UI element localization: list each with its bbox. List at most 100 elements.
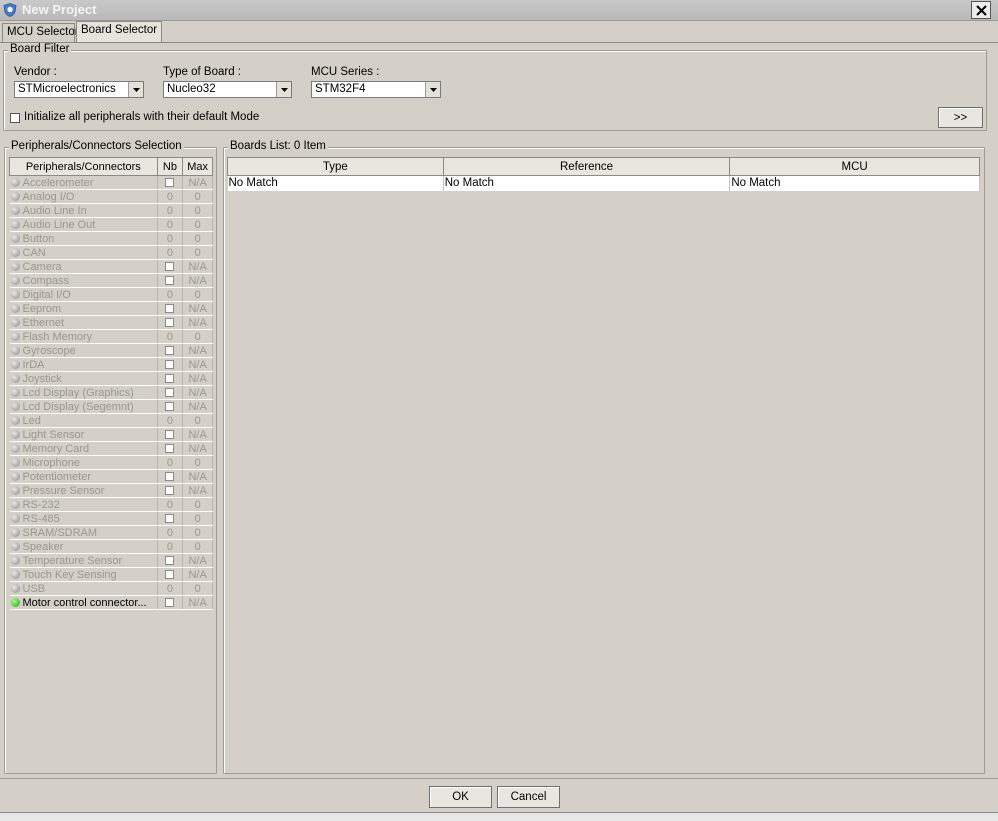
peripheral-nb-cell[interactable] [157, 175, 184, 190]
tab-mcu-selector[interactable]: MCU Selector [2, 23, 79, 42]
table-row[interactable]: Digital I/O 0 0 [9, 287, 213, 302]
peripheral-nb-cell[interactable] [157, 357, 184, 372]
table-row[interactable]: Led 0 0 [9, 413, 213, 428]
peripheral-name: RS-232 [22, 498, 60, 511]
mcu-series-value: STM32F4 [315, 83, 366, 95]
tab-label: Board Selector [81, 24, 158, 36]
table-row[interactable]: Analog I/O 0 0 [9, 189, 213, 204]
table-row[interactable]: Joystick N/A [9, 371, 213, 386]
peripheral-nb-cell[interactable] [157, 301, 184, 316]
peripheral-nb-cell[interactable] [157, 511, 184, 526]
peripheral-checkbox[interactable] [165, 485, 175, 495]
table-row[interactable]: Motor control connector... N/A [9, 595, 213, 610]
table-row[interactable]: Lcd Display (Graphics) N/A [9, 385, 213, 400]
peripheral-nb-cell[interactable] [157, 567, 184, 582]
table-row[interactable]: Potentiometer N/A [9, 469, 213, 484]
expand-filter-button[interactable]: >> [938, 107, 983, 128]
peripheral-checkbox[interactable] [165, 177, 175, 187]
table-row[interactable]: Camera N/A [9, 259, 213, 274]
peripheral-nb-cell[interactable] [157, 483, 184, 498]
peripheral-name-cell: Digital I/O [9, 287, 158, 302]
peripheral-checkbox[interactable] [165, 429, 175, 439]
group-label: Boards List: 0 Item [228, 140, 328, 152]
tab-board-selector[interactable]: Board Selector [76, 21, 162, 42]
peripheral-name-cell: Light Sensor [9, 427, 158, 442]
column-header-nb[interactable]: Nb [156, 157, 184, 176]
column-header-max[interactable]: Max [182, 157, 213, 176]
table-row[interactable]: Memory Card N/A [9, 441, 213, 456]
peripheral-checkbox[interactable] [165, 261, 175, 271]
table-row[interactable]: IrDA N/A [9, 357, 213, 372]
peripheral-nb-cell[interactable] [157, 427, 184, 442]
column-header-peripherals[interactable]: Peripherals/Connectors [9, 157, 158, 176]
table-row[interactable]: Button 0 0 [9, 231, 213, 246]
peripherals-table: Peripherals/Connectors Nb Max Accelerome… [9, 157, 213, 610]
table-row[interactable]: CAN 0 0 [9, 245, 213, 260]
peripheral-checkbox[interactable] [165, 471, 175, 481]
table-row[interactable]: Lcd Display (Segemnt) N/A [9, 399, 213, 414]
table-row[interactable]: USB 0 0 [9, 581, 213, 596]
ok-button[interactable]: OK [429, 786, 492, 808]
column-header-reference[interactable]: Reference [442, 157, 731, 176]
peripheral-checkbox[interactable] [165, 513, 175, 523]
table-row[interactable]: Accelerometer N/A [9, 175, 213, 190]
peripheral-checkbox[interactable] [165, 401, 175, 411]
peripheral-nb-cell[interactable] [157, 259, 184, 274]
table-row[interactable]: Light Sensor N/A [9, 427, 213, 442]
peripheral-checkbox[interactable] [165, 359, 175, 369]
init-peripherals-checkbox[interactable] [10, 113, 20, 123]
table-row[interactable]: Gyroscope N/A [9, 343, 213, 358]
status-dot-grey-icon [10, 191, 20, 201]
peripheral-nb-cell[interactable] [157, 343, 184, 358]
peripheral-checkbox[interactable] [165, 317, 175, 327]
cancel-button[interactable]: Cancel [497, 786, 560, 808]
table-row[interactable]: Audio Line In 0 0 [9, 203, 213, 218]
window-bottom-edge [0, 812, 998, 821]
vendor-select[interactable]: STMicroelectronics [14, 81, 144, 98]
table-row[interactable]: RS-485 0 [9, 511, 213, 526]
table-row[interactable]: Compass N/A [9, 273, 213, 288]
table-row[interactable]: Touch Key Sensing N/A [9, 567, 213, 582]
table-row[interactable]: Flash Memory 0 0 [9, 329, 213, 344]
close-button[interactable] [971, 1, 991, 19]
peripheral-max-cell: 0 [182, 413, 213, 428]
status-dot-grey-icon [10, 233, 20, 243]
peripheral-nb-cell[interactable] [157, 371, 184, 386]
table-row[interactable]: Microphone 0 0 [9, 455, 213, 470]
peripheral-checkbox[interactable] [165, 443, 175, 453]
peripheral-name: IrDA [22, 358, 45, 371]
table-row[interactable]: Pressure Sensor N/A [9, 483, 213, 498]
table-row[interactable]: Temperature Sensor N/A [9, 553, 213, 568]
table-row[interactable]: Eeprom N/A [9, 301, 213, 316]
column-header-type[interactable]: Type [227, 157, 444, 176]
peripheral-name: Motor control connector... [22, 596, 147, 609]
peripheral-nb-cell[interactable] [157, 469, 184, 484]
peripheral-nb-cell[interactable] [157, 553, 184, 568]
type-of-board-select[interactable]: Nucleo32 [163, 81, 292, 98]
mcu-series-select[interactable]: STM32F4 [311, 81, 441, 98]
peripheral-nb-cell[interactable] [157, 399, 184, 414]
peripheral-nb-cell[interactable] [157, 441, 184, 456]
table-row[interactable]: SRAM/SDRAM 0 0 [9, 525, 213, 540]
peripheral-nb-cell[interactable] [157, 273, 184, 288]
peripheral-nb-cell[interactable] [157, 315, 184, 330]
table-row[interactable]: Ethernet N/A [9, 315, 213, 330]
peripheral-checkbox[interactable] [165, 373, 175, 383]
table-row[interactable]: Speaker 0 0 [9, 539, 213, 554]
peripheral-checkbox[interactable] [165, 569, 175, 579]
peripheral-checkbox[interactable] [165, 555, 175, 565]
peripheral-checkbox[interactable] [165, 345, 175, 355]
peripheral-checkbox[interactable] [165, 303, 175, 313]
column-header-mcu[interactable]: MCU [729, 157, 980, 176]
peripheral-checkbox[interactable] [165, 597, 175, 607]
table-row[interactable]: RS-232 0 0 [9, 497, 213, 512]
peripheral-name-cell: Compass [9, 273, 158, 288]
peripheral-name: Joystick [22, 372, 62, 385]
table-row[interactable]: Audio Line Out 0 0 [9, 217, 213, 232]
peripheral-checkbox[interactable] [165, 387, 175, 397]
peripheral-checkbox[interactable] [165, 275, 175, 285]
peripheral-nb-cell[interactable] [157, 595, 184, 610]
table-row[interactable]: No Match No Match No Match [227, 175, 980, 191]
status-dot-grey-icon [10, 387, 20, 397]
peripheral-nb-cell[interactable] [157, 385, 184, 400]
